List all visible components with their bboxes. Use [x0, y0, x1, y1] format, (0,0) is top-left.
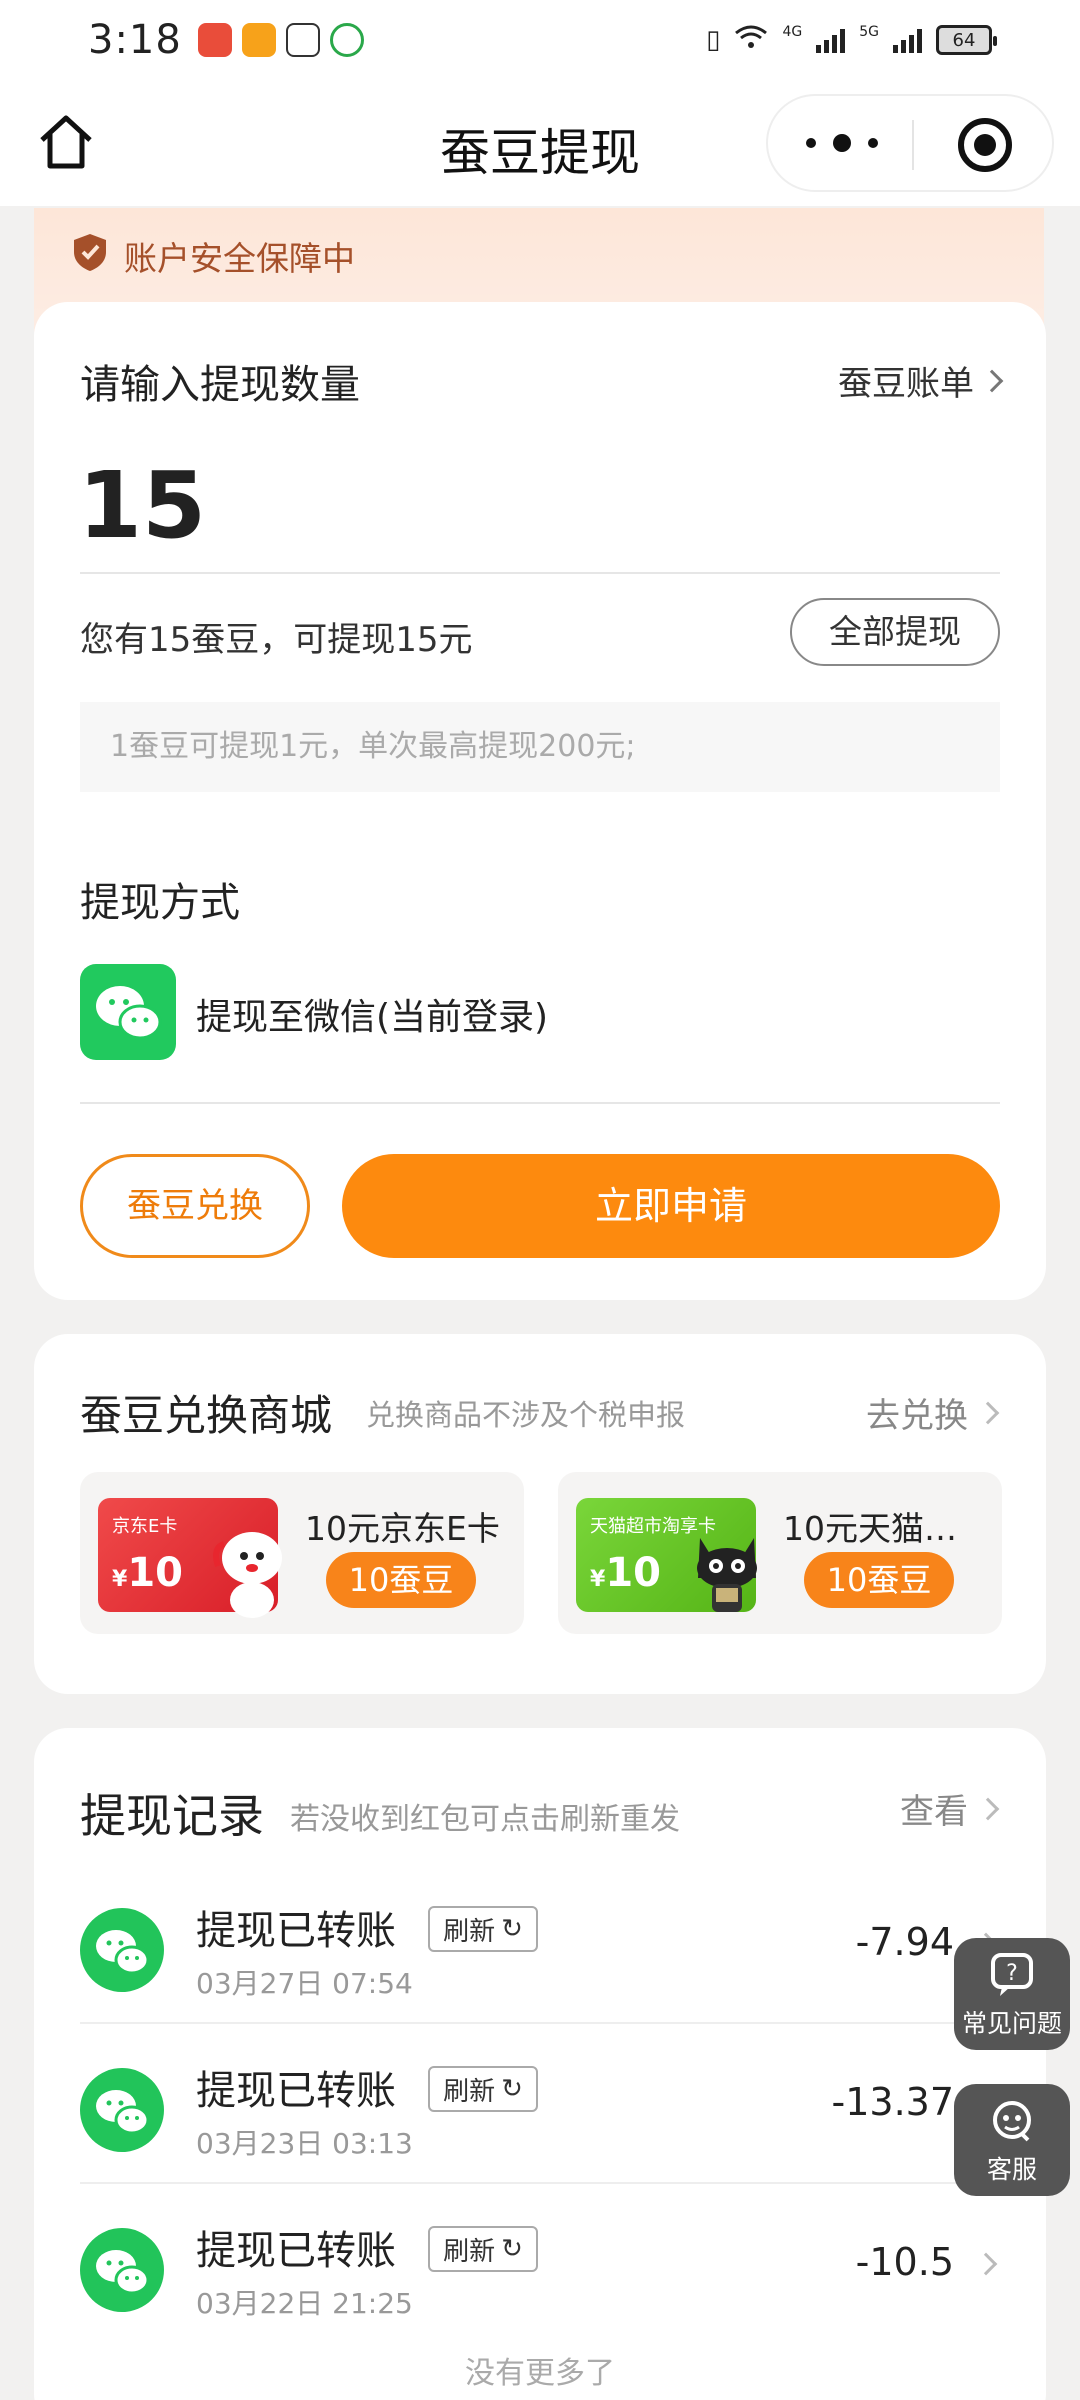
- customer-service-icon: [993, 2101, 1031, 2142]
- goods-price[interactable]: 10蚕豆: [326, 1552, 476, 1608]
- record-row[interactable]: 提现已转账 刷新 ↻ 03月22日 21:25 -10.5: [34, 2184, 1046, 2344]
- customer-service-label: 客服: [986, 2155, 1037, 2184]
- close-miniprogram-icon[interactable]: [958, 118, 1012, 172]
- tmall-cat-mascot-icon: [697, 1538, 757, 1612]
- record-amount: -13.37: [831, 2080, 955, 2124]
- refresh-label: 刷新: [443, 1916, 496, 1947]
- record-date: 03月23日 03:13: [196, 2127, 413, 2160]
- divider: [80, 1102, 1000, 1104]
- goods-item-tmall-card[interactable]: 天猫超市淘享卡 ¥10 10元天猫超市淘享卡 10蚕豆: [558, 1472, 1002, 1634]
- withdraw-rule-note: 1蚕豆可提现1元，单次最高提现200元;: [80, 702, 1000, 792]
- jd-card-image: 京东E卡 ¥10: [98, 1498, 282, 1618]
- status-app-icons: [197, 23, 364, 57]
- chevron-right-icon: [980, 369, 1004, 392]
- net-4g-label: 4G: [782, 23, 803, 40]
- net-5g-label: 5G: [859, 23, 879, 40]
- withdraw-amount-label: 请输入提现数量: [80, 362, 360, 408]
- refresh-button[interactable]: 刷新 ↻: [428, 1906, 538, 1952]
- refresh-icon: ↻: [501, 2234, 523, 2264]
- card-value-number: 10: [605, 1550, 661, 1596]
- store-app-icon: [241, 23, 276, 57]
- huawei-app-icon: [197, 23, 232, 57]
- customer-service-float-button[interactable]: 客服: [954, 2084, 1070, 2196]
- view-records-label: 查看: [900, 1792, 968, 1832]
- vibrate-icon: ▯: [706, 25, 721, 55]
- records-subtitle: 若没收到红包可点击刷新重发: [290, 1802, 680, 1837]
- bill-link-label: 蚕豆账单: [838, 364, 974, 404]
- exchange-button[interactable]: 蚕豆兑换: [80, 1154, 310, 1258]
- card-label: 京东E卡: [112, 1516, 178, 1537]
- method-wechat-label[interactable]: 提现至微信(当前登录): [196, 988, 548, 1040]
- signal-icon: [816, 27, 846, 53]
- withdraw-records-card: 提现记录 若没收到红包可点击刷新重发 查看 提现已转账 刷新 ↻ 03月27日 0…: [34, 1728, 1046, 2400]
- record-row[interactable]: 提现已转账 刷新 ↻ 03月27日 07:54 -7.94: [34, 1864, 1046, 2024]
- record-title: 提现已转账: [196, 2228, 396, 2274]
- jd-dog-mascot-icon: [213, 1532, 282, 1618]
- bill-link[interactable]: 蚕豆账单: [838, 356, 1004, 405]
- refresh-button[interactable]: 刷新 ↻: [428, 2066, 538, 2112]
- withdraw-card: 请输入提现数量 蚕豆账单 15 您有15蚕豆，可提现15元 全部提现 1蚕豆可提…: [34, 302, 1046, 1300]
- record-date: 03月27日 07:54: [196, 1967, 413, 2000]
- refresh-button[interactable]: 刷新 ↻: [428, 2226, 538, 2272]
- shield-icon: [74, 234, 106, 271]
- wifi-icon: [734, 24, 768, 57]
- wechat-icon: [80, 2068, 164, 2152]
- record-amount: -10.5: [855, 2240, 954, 2284]
- records-title: 提现记录: [80, 1789, 264, 1843]
- go-exchange-link[interactable]: 去兑换: [866, 1388, 1000, 1437]
- record-row[interactable]: 提现已转账 刷新 ↻ 03月23日 03:13 -13.37: [34, 2024, 1046, 2184]
- mall-subtitle: 兑换商品不涉及个税申报: [366, 1398, 686, 1432]
- amount-input[interactable]: 15: [78, 452, 206, 559]
- chevron-right-icon: [976, 1797, 1000, 1820]
- exchange-mall-card: 蚕豆兑换商城 兑换商品不涉及个税申报 去兑换 京东E卡 ¥10 10元京东E卡 …: [34, 1334, 1046, 1694]
- refresh-label: 刷新: [443, 2076, 496, 2107]
- battery-level: 64: [952, 29, 976, 51]
- no-more-text: 没有更多了: [465, 2356, 615, 2391]
- wechat-icon: [80, 1908, 164, 1992]
- apply-button[interactable]: 立即申请: [342, 1154, 1000, 1258]
- miniprogram-capsule: [766, 94, 1054, 192]
- mall-title: 蚕豆兑换商城: [80, 1391, 333, 1440]
- faq-icon: ?: [991, 1953, 1033, 1996]
- card-value-number: 10: [127, 1550, 183, 1596]
- signal-icon: [893, 27, 922, 53]
- title-bar: 蚕豆提现: [0, 80, 1080, 206]
- chevron-right-icon: [976, 1401, 1000, 1424]
- withdraw-all-button[interactable]: 全部提现: [790, 598, 1000, 666]
- card-value: ¥10: [112, 1550, 183, 1596]
- goods-name: 10元京东E卡: [305, 1509, 500, 1548]
- refresh-label: 刷新: [443, 2236, 496, 2267]
- faq-float-button[interactable]: ? 常见问题: [954, 1938, 1070, 2050]
- view-records-link[interactable]: 查看: [900, 1784, 1000, 1833]
- divider: [80, 572, 1000, 574]
- eco-app-icon: [329, 23, 364, 57]
- battery-icon: 64: [936, 25, 997, 55]
- qr-app-icon: [285, 23, 320, 57]
- tmall-card-image: 天猫超市淘享卡 ¥10: [576, 1498, 757, 1612]
- status-bar: 3:18 ▯ 4G 5G 64: [0, 0, 1080, 80]
- wechat-icon: [80, 2228, 164, 2312]
- status-indicators: ▯ 4G 5G 64: [706, 23, 997, 57]
- capsule-divider: [912, 120, 914, 170]
- record-amount: -7.94: [855, 1920, 954, 1964]
- go-exchange-label: 去兑换: [866, 1396, 968, 1436]
- svg-text:?: ?: [1006, 1961, 1018, 1986]
- wechat-icon: [80, 964, 176, 1060]
- faq-label: 常见问题: [961, 2009, 1062, 2038]
- goods-item-jd-card[interactable]: 京东E卡 ¥10 10元京东E卡 10蚕豆: [80, 1472, 524, 1634]
- goods-name: 10元天猫超市淘享卡: [783, 1509, 989, 1548]
- record-title: 提现已转账: [196, 2068, 396, 2114]
- record-date: 03月22日 21:25: [196, 2287, 413, 2320]
- method-title: 提现方式: [80, 880, 240, 926]
- record-title: 提现已转账: [196, 1908, 396, 1954]
- refresh-icon: ↻: [501, 1914, 523, 1944]
- goods-price[interactable]: 10蚕豆: [804, 1552, 954, 1608]
- more-icon[interactable]: [806, 128, 878, 158]
- status-time: 3:18: [88, 17, 182, 63]
- security-banner-text: 账户安全保障中: [124, 239, 355, 278]
- balance-text: 您有15蚕豆，可提现15元: [80, 620, 473, 660]
- refresh-icon: ↻: [501, 2074, 523, 2104]
- card-value: ¥10: [590, 1550, 661, 1596]
- chevron-right-icon: [974, 2252, 998, 2276]
